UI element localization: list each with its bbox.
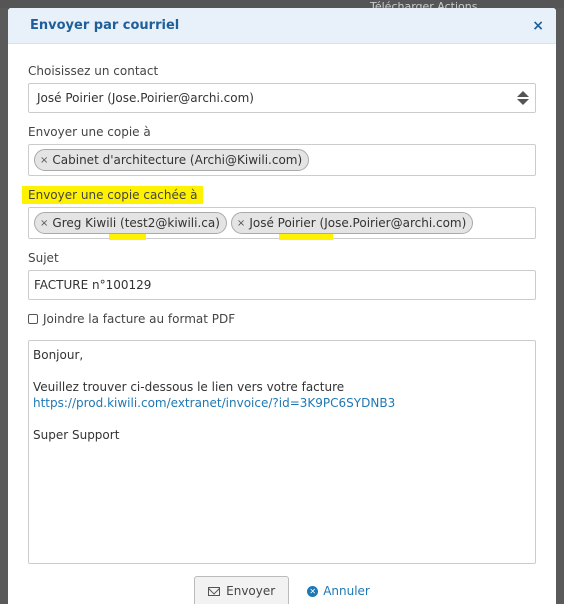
message-greeting: Bonjour, [33, 348, 84, 362]
attach-pdf-checkbox[interactable] [28, 314, 38, 324]
background-page-left [0, 8, 8, 604]
email-modal: Envoyer par courriel × Choisissez un con… [8, 8, 556, 604]
remove-tag-icon[interactable]: × [40, 218, 48, 229]
remove-tag-icon[interactable]: × [40, 155, 48, 166]
contact-label: Choisissez un contact [28, 64, 159, 78]
bcc-input[interactable]: × Greg Kiwili (test2@kiwili.ca) × José P… [28, 207, 536, 240]
cc-label: Envoyer une copie à [28, 125, 151, 139]
select-arrows-icon [517, 91, 529, 105]
message-signature: Super Support [33, 428, 120, 442]
cc-tag: × Cabinet d'architecture (Archi@Kiwili.c… [34, 149, 310, 171]
envelope-icon [208, 586, 221, 596]
remove-tag-icon[interactable]: × [237, 218, 245, 229]
subject-label: Sujet [28, 251, 59, 265]
cc-tag-label: Cabinet d'architecture (Archi@Kiwili.com… [52, 153, 303, 167]
bcc-tag-label: Greg Kiwili (test2@kiwili.ca) [52, 216, 220, 230]
background-page-right [556, 8, 564, 604]
send-button-label: Envoyer [226, 584, 276, 598]
bcc-label-text: Envoyer une copie cachée à [22, 186, 204, 204]
bcc-tag-label: José Poirier (Jose.Poirier@archi.com) [249, 216, 467, 230]
modal-title: Envoyer par courriel [30, 18, 180, 33]
bcc-tag: × José Poirier (Jose.Poirier@archi.com) [230, 212, 474, 234]
cancel-button[interactable]: ✕ Annuler [307, 584, 370, 598]
message-line: Veuillez trouver ci-dessous le lien vers… [33, 380, 345, 394]
contact-select-value: José Poirier (Jose.Poirier@archi.com) [37, 91, 254, 105]
contact-select[interactable]: José Poirier (Jose.Poirier@archi.com) [28, 83, 536, 113]
background-page-top [0, 0, 564, 8]
modal-body: Choisissez un contact José Poirier (Jose… [8, 64, 556, 604]
bcc-label: Envoyer une copie cachée à [22, 186, 536, 204]
message-textarea[interactable]: Bonjour, Veuillez trouver ci-dessous le … [28, 340, 536, 564]
modal-header: Envoyer par courriel × [8, 8, 556, 44]
bcc-tag: × Greg Kiwili (test2@kiwili.ca) [34, 212, 227, 234]
cc-input[interactable]: × Cabinet d'architecture (Archi@Kiwili.c… [28, 144, 536, 176]
send-button[interactable]: Envoyer [194, 576, 290, 604]
close-icon[interactable]: × [532, 18, 544, 34]
modal-footer: Envoyer ✕ Annuler [28, 576, 536, 604]
cancel-icon: ✕ [307, 585, 319, 597]
cancel-button-label: Annuler [323, 584, 370, 598]
invoice-link[interactable]: https://prod.kiwili.com/extranet/invoice… [33, 395, 531, 411]
attach-pdf-label: Joindre la facture au format PDF [43, 312, 236, 326]
subject-input[interactable]: FACTURE n°100129 [28, 270, 536, 300]
attach-pdf-row: Joindre la facture au format PDF [28, 312, 536, 326]
